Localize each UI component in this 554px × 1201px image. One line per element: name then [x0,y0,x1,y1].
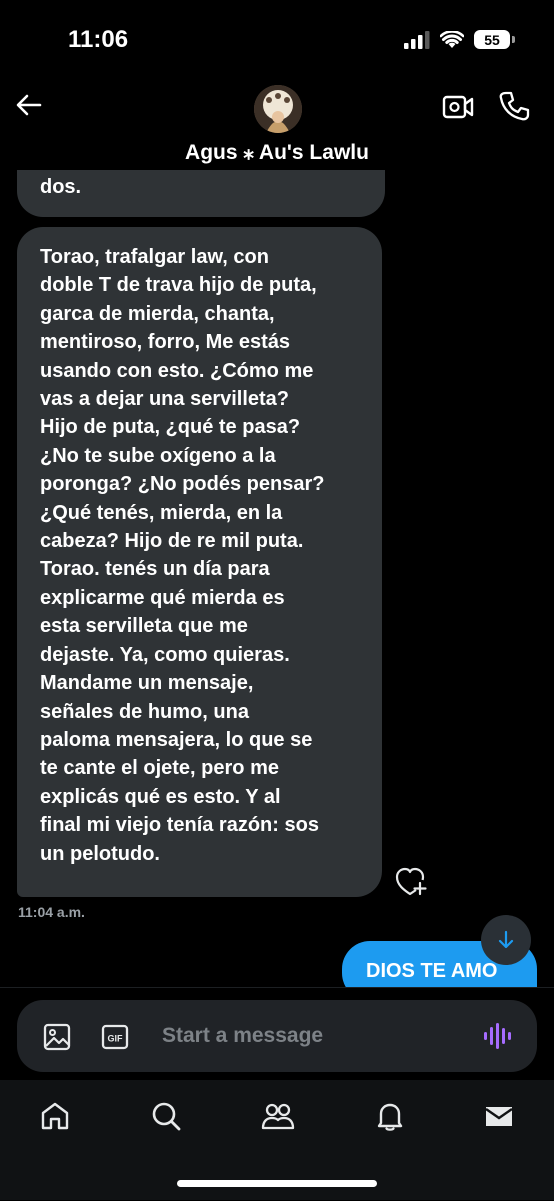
home-indicator [177,1180,377,1187]
message-line: Mandame un mensaje, [40,672,254,695]
message-line: doble T de trava hijo de puta, [40,274,317,297]
gif-icon[interactable]: GIF [101,1023,129,1051]
message-line: Torao, trafalgar law, con [40,246,269,268]
message-line: Torao. tenés un día para [40,558,270,581]
communities-icon [261,1103,295,1130]
message-line: garca de mierda, chanta, [40,302,275,325]
arrow-down-icon [498,930,514,949]
message-line: te cante el ojete, pero me [40,757,279,780]
message-line: un pelotudo. [40,842,160,865]
tab-search[interactable] [137,1094,195,1138]
battery-icon: 55 [474,30,515,49]
sent-message-text: DIOS TE AMO [366,960,498,982]
video-call-icon[interactable] [442,92,474,122]
message-bubble-previous[interactable]: dos. [17,170,385,217]
message-line: Hijo de puta, ¿qué te pasa? [40,416,301,439]
tab-notifications[interactable] [361,1094,419,1138]
message-line: usando con esto. ¿Cómo me [40,359,314,382]
tab-messages[interactable] [470,1094,528,1138]
message-input[interactable] [162,1000,462,1072]
message-line: poronga? ¿No podés pensar? [40,473,325,496]
message-text-tail: dos. [40,176,82,198]
status-icons: 55 [404,30,515,49]
avatar-image [254,85,302,133]
tab-home[interactable] [26,1094,84,1138]
status-time: 11:06 [68,26,129,53]
notifications-icon [377,1103,403,1131]
voice-message-icon[interactable] [483,1022,511,1050]
message-line: explicás qué es esto. Y al [40,785,281,808]
message-line: ¿Qué tenés, mierda, en la [40,501,283,524]
messages-icon [485,1107,513,1126]
back-arrow-icon[interactable] [14,90,44,120]
message-line: explicarme qué mierda es [40,586,285,609]
message-line: cabeza? Hijo de re mil puta. [40,530,304,553]
message-timestamp: 11:04 a.m. [18,904,85,920]
home-icon [41,1102,69,1130]
contact-name[interactable]: Agus ⁎ Au's Lawlu [0,140,554,165]
conversation-header: Agus ⁎ Au's Lawlu [0,80,554,178]
wifi-icon [440,30,464,48]
message-line: señales de humo, una [40,700,249,723]
phone-call-icon[interactable] [498,90,530,122]
scroll-to-bottom-button[interactable] [481,915,531,965]
message-line: final mi viejo tenía razón: sos [40,814,319,837]
signal-icon [404,30,430,49]
message-line: dejaste. Ya, como quieras. [40,643,290,666]
image-icon[interactable] [43,1023,71,1051]
message-line: mentiroso, forro, Me estás [40,331,291,354]
message-bubble-received[interactable]: Torao, trafalgar law, con doble T de trav… [17,227,382,897]
message-line: esta servilleta que me [40,615,248,638]
message-line: vas a dejar una servilleta? [40,388,290,411]
message-line: ¿No te sube oxígeno a la [40,444,276,467]
svg-text:GIF: GIF [108,1034,124,1044]
tab-communities[interactable] [249,1094,307,1138]
status-bar: 11:06 55 [0,0,554,80]
search-icon [152,1102,181,1131]
message-composer: GIF [17,1000,537,1072]
message-line: paloma mensajera, lo que se [40,728,313,751]
avatar[interactable] [254,85,302,133]
heart-plus-react-icon[interactable] [395,866,427,896]
